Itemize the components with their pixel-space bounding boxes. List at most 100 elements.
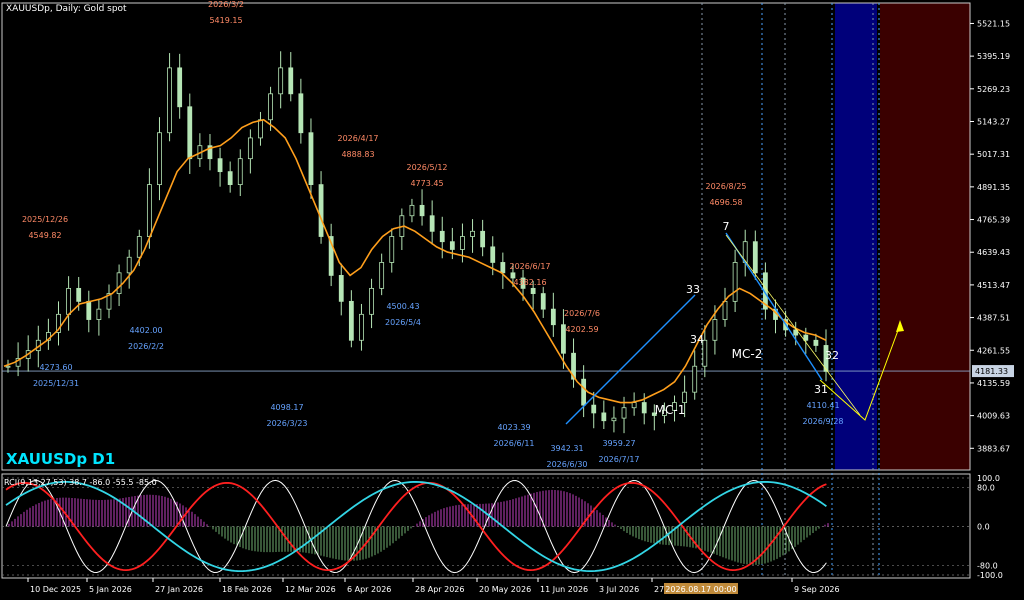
high-annotation-date: 2026/6/17 (509, 262, 550, 271)
candle-body (429, 215, 435, 232)
candle-body (338, 275, 344, 302)
high-annotation-price: 4773.45 (410, 179, 443, 188)
symbol-big-label: XAUUSDp D1 (6, 450, 116, 468)
candle-body (217, 158, 223, 173)
low-annotation-date: 2026/3/23 (266, 419, 307, 428)
candle-body (419, 204, 425, 217)
candle-body (247, 137, 253, 160)
low-annotation-date: 2026/6/30 (546, 460, 587, 469)
candle-body (682, 391, 688, 403)
chart-window: { "header":{"symbol_line":"XAUUSDp, Dail… (0, 0, 1024, 600)
wave-label: MC-1 (655, 403, 686, 417)
candle-body (581, 378, 587, 406)
x-tick-label: 20 May 2026 (479, 585, 531, 594)
y-tick-label: 3883.67 (977, 444, 1010, 453)
x-tick-label: 5 Jan 2026 (89, 585, 132, 594)
candle-body (308, 132, 314, 186)
candle-body (146, 184, 152, 237)
candle-body (126, 256, 132, 274)
candle-body (409, 204, 415, 217)
candle-body (177, 67, 183, 108)
y-tick-label: 4513.47 (977, 281, 1010, 290)
candle-body (470, 230, 475, 237)
x-tick-label: 10 Dec 2025 (30, 585, 81, 594)
candle-body (813, 339, 819, 346)
candle-body (530, 287, 536, 294)
oscillator-label: RCI(9,13,27,53) 38.7 -86.0 -55.5 -85.0 (4, 478, 157, 487)
high-annotation-date: 2026/8/25 (705, 182, 746, 191)
y-tick-label: 4387.51 (977, 314, 1010, 323)
high-annotation-date: 2026/3/2 (208, 0, 244, 9)
high-annotation-price: 5419.15 (209, 16, 242, 25)
low-annotation-date: 2025/12/31 (33, 379, 79, 388)
y-tick-label: 4009.63 (977, 412, 1010, 421)
low-annotation-price: 4098.17 (270, 403, 303, 412)
candle-body (167, 67, 172, 134)
candle-body (490, 246, 496, 263)
low-annotation-price: 3942.31 (550, 444, 583, 453)
candle-body (752, 241, 758, 274)
osc-tick-label: 100.0 (977, 474, 1000, 483)
low-annotation-date: 2026/6/11 (493, 439, 534, 448)
x-tick-label: 18 Feb 2026 (222, 585, 272, 594)
candle-body (359, 313, 364, 341)
wave-label: 34 (690, 333, 704, 346)
x-tick-label: 3 Jul 2026 (599, 585, 639, 594)
high-annotation-price: 4696.58 (709, 198, 742, 207)
x-tick-label: 12 Mar 2026 (285, 585, 336, 594)
high-annotation-price: 4382.16 (513, 278, 546, 287)
candle-body (631, 402, 637, 409)
low-annotation-date: 2026/5/4 (385, 318, 421, 327)
high-annotation-price: 4202.59 (565, 325, 598, 334)
candle-body (96, 308, 102, 320)
high-annotation-date: 2026/7/6 (564, 309, 600, 318)
y-tick-label: 5521.15 (977, 19, 1010, 28)
wave-label: MC-2 (732, 347, 763, 361)
osc-tick-label: -100.0 (977, 571, 1003, 580)
candle-body (318, 184, 324, 237)
candle-body (379, 262, 385, 289)
x-tick-label: 28 Apr 2026 (415, 585, 464, 594)
osc-tick-label: 0.0 (977, 523, 990, 532)
candle-body (460, 236, 465, 250)
candle-body (641, 402, 647, 414)
osc-tick-label: 80.0 (977, 484, 995, 493)
low-annotation-price: 4110.41 (806, 401, 839, 410)
candle-body (187, 106, 193, 160)
candle-body (722, 300, 728, 320)
y-tick-label: 5017.31 (977, 150, 1010, 159)
x-tick-label: 11 Jun 2026 (540, 585, 588, 594)
candle-body (611, 417, 617, 422)
high-annotation-date: 2025/12/26 (22, 215, 68, 224)
price-chart[interactable]: 5521.15 5395.19 5269.23 5143.27 5017.31 4891.… (0, 0, 1024, 600)
wave-label: 7 (723, 220, 730, 233)
low-annotation-date: 2026/9/28 (802, 417, 843, 426)
y-tick-label: 4891.35 (977, 183, 1010, 192)
candle-body (540, 293, 546, 310)
x-tick-label: 6 Apr 2026 (347, 585, 391, 594)
candle-body (288, 67, 294, 95)
low-annotation-price: 4402.00 (129, 326, 162, 335)
candle-body (439, 230, 445, 243)
candle-body (278, 67, 284, 95)
candle-body (449, 241, 455, 250)
high-annotation-price: 4549.82 (28, 231, 61, 240)
osc-tick-label: -80.0 (977, 561, 998, 570)
candle-body (692, 365, 698, 393)
candle-body (86, 300, 92, 320)
candle-body (157, 132, 162, 186)
y-tick-label: 5269.23 (977, 85, 1010, 94)
candle-body (5, 365, 11, 368)
low-annotation-price: 4273.60 (39, 363, 72, 372)
candle-body (227, 171, 233, 186)
forecast-zone-red (880, 3, 970, 470)
candle-body (591, 404, 597, 414)
forecast-zone-blue (835, 3, 877, 470)
y-tick-label: 4639.43 (977, 248, 1010, 257)
y-tick-label: 4765.39 (977, 216, 1010, 225)
candle-body (500, 262, 506, 274)
x-tick-label: 9 Sep 2026 (794, 585, 840, 594)
y-tick-label: 5143.27 (977, 117, 1010, 126)
candle-body (237, 158, 243, 186)
x-tick-label: 27 Jan 2026 (155, 585, 203, 594)
